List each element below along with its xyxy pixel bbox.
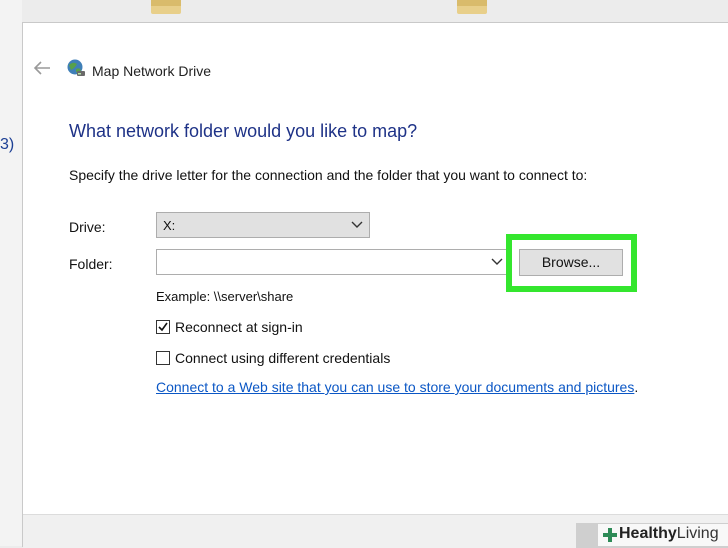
drive-letter-value: X:	[163, 218, 176, 233]
background-partial-text: 3)	[0, 136, 15, 153]
background-folder-icon	[457, 0, 487, 14]
dialog-title: Map Network Drive	[92, 63, 212, 79]
drive-letter-select[interactable]: X:	[156, 212, 370, 238]
checkmark-icon	[158, 322, 168, 332]
drive-label: Drive:	[69, 219, 106, 235]
web-storage-link-line: Connect to a Web site that you can use t…	[156, 379, 638, 395]
healthy-living-watermark: HealthyLiving	[598, 524, 728, 546]
watermark-text: HealthyLiving	[619, 525, 719, 543]
network-drive-icon	[67, 59, 85, 76]
watermark-brand-bold: Healthy	[619, 525, 677, 542]
folder-label: Folder:	[69, 256, 113, 272]
reconnect-label: Reconnect at sign-in	[175, 319, 303, 335]
link-suffix: .	[634, 379, 639, 395]
reconnect-checkbox[interactable]	[156, 320, 170, 334]
dialog-heading: What network folder would you like to ma…	[69, 121, 418, 141]
chevron-down-icon[interactable]	[491, 258, 503, 266]
example-path-text: Example: \\server\share	[156, 289, 294, 304]
chevron-down-icon	[351, 221, 363, 228]
browse-button[interactable]: Browse...	[519, 249, 623, 276]
background-desktop-strip	[0, 0, 22, 546]
back-arrow-icon[interactable]	[33, 61, 51, 75]
web-storage-link[interactable]: Connect to a Web site that you can use t…	[156, 379, 634, 395]
watermark-brand-thin: Living	[676, 525, 719, 542]
folder-path-input[interactable]	[156, 249, 510, 275]
different-credentials-label: Connect using different credentials	[175, 350, 391, 366]
background-folder-icon	[151, 0, 181, 14]
different-credentials-checkbox[interactable]	[156, 351, 170, 365]
map-network-drive-dialog: Map Network Drive What network folder wo…	[22, 22, 728, 548]
instruction-text: Specify the drive letter for the connect…	[69, 167, 588, 183]
plus-cross-icon	[603, 528, 617, 542]
title-bar: Map Network Drive	[23, 23, 728, 79]
